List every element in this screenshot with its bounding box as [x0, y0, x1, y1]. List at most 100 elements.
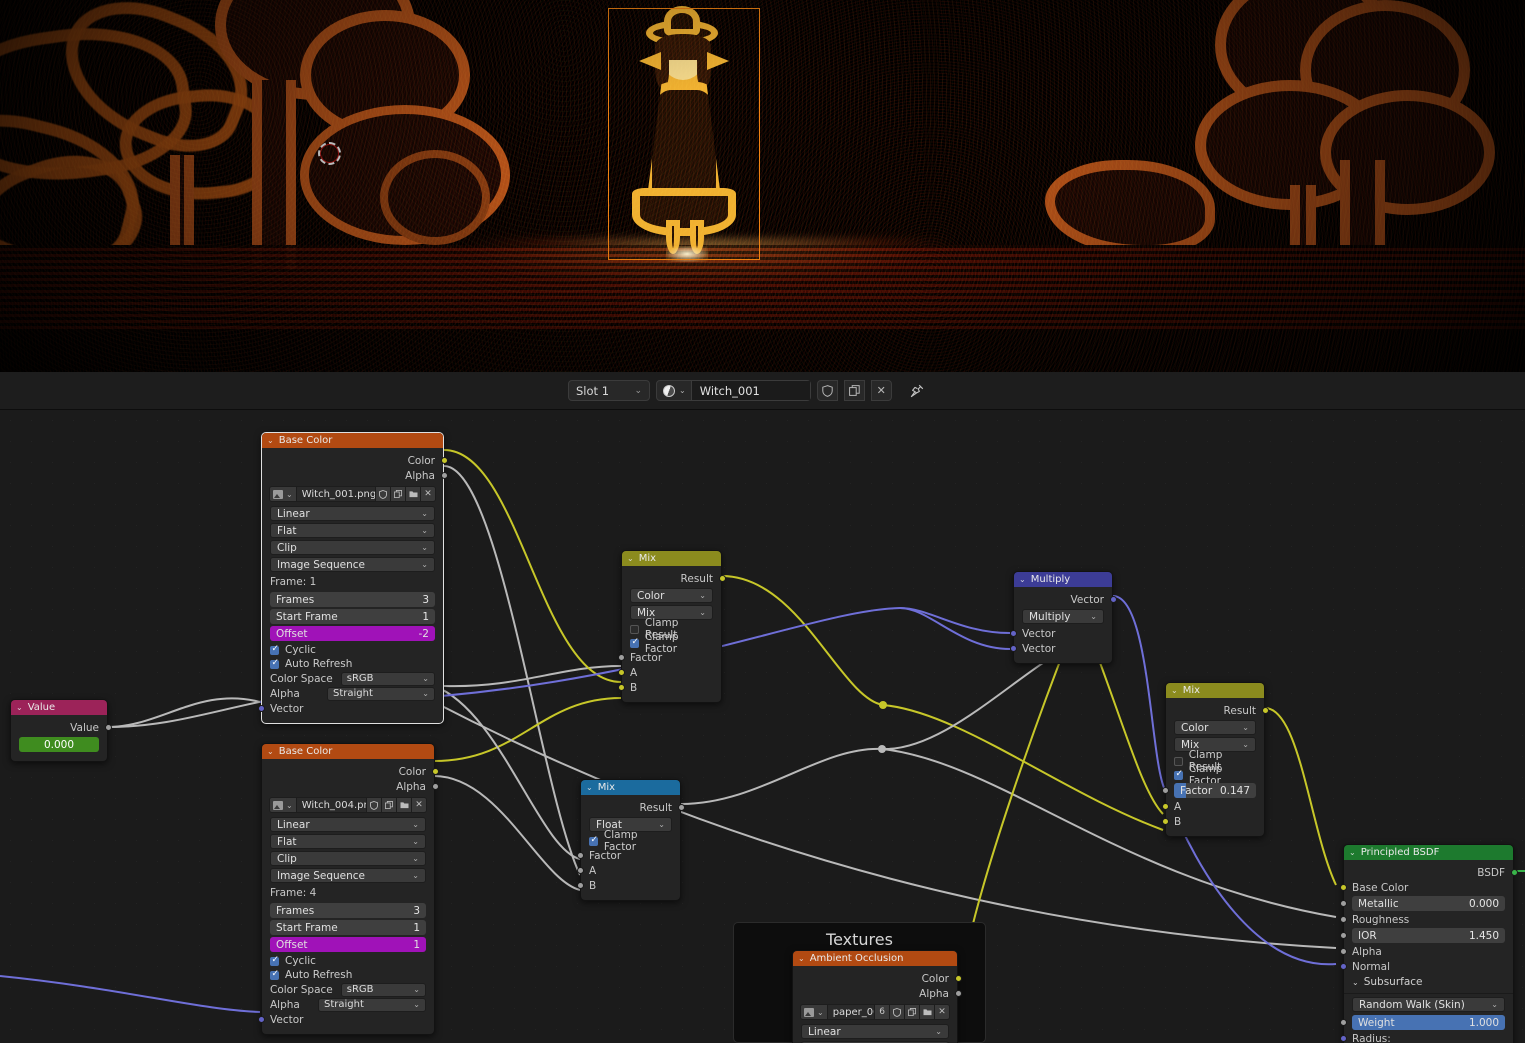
output-socket-alpha[interactable]: [440, 472, 448, 479]
unlink-image-button[interactable]: ✕: [412, 797, 427, 813]
slot-selector[interactable]: Slot 1 ⌄: [568, 380, 650, 401]
chevron-down-icon[interactable]: ⌄: [267, 747, 274, 756]
chevron-down-icon[interactable]: ⌄: [1019, 575, 1026, 584]
checkbox-icon[interactable]: [270, 658, 279, 669]
checkbox-icon[interactable]: [589, 835, 598, 846]
offset-field[interactable]: Offset 1: [270, 937, 426, 952]
3d-viewport-render-preview[interactable]: [0, 0, 1525, 372]
frames-field[interactable]: Frames 3: [270, 903, 426, 918]
extension-dropdown[interactable]: Clip ⌄: [270, 540, 435, 555]
start-frame-field[interactable]: Start Frame 1: [270, 920, 426, 935]
shader-node-editor-canvas[interactable]: Textures ⌄ Value Value 0.000 ⌄ Base Colo…: [0, 410, 1525, 1043]
image-browse-button[interactable]: ⌄: [269, 797, 297, 813]
subsurface-panel-header[interactable]: ⌄ Subsurface: [1344, 974, 1513, 990]
chevron-down-icon[interactable]: ⌄: [627, 554, 634, 563]
node-base-color-1[interactable]: ⌄ Base Color Color Alpha ⌄ Witch_001.png…: [257, 432, 448, 724]
offset-field[interactable]: Offset -2: [270, 626, 435, 641]
unlink-image-button[interactable]: ✕: [421, 486, 436, 502]
operation-dropdown[interactable]: Multiply ⌄: [1022, 609, 1104, 624]
node-mix-color-1[interactable]: ⌄ Mix Result Color ⌄ Mix ⌄ Clamp Result …: [617, 550, 726, 703]
cyclic-checkbox-row[interactable]: Cyclic: [262, 643, 443, 657]
source-dropdown[interactable]: Image Sequence ⌄: [270, 557, 435, 572]
input-socket-radius[interactable]: [1339, 1035, 1347, 1042]
input-socket-a[interactable]: [576, 867, 584, 874]
node-header[interactable]: ⌄ Principled BSDF: [1344, 845, 1513, 860]
fake-user-button[interactable]: [367, 797, 382, 813]
node-base-color-2[interactable]: ⌄ Base Color Color Alpha ⌄ Witch_004.p ✕…: [257, 743, 439, 1035]
image-name-field[interactable]: Witch_001.png.001: [296, 486, 376, 502]
output-socket-bsdf[interactable]: [1510, 869, 1518, 876]
input-socket-roughness[interactable]: [1339, 916, 1347, 923]
input-socket-weight[interactable]: [1339, 1019, 1347, 1026]
image-browse-button[interactable]: ⌄: [269, 486, 297, 502]
new-material-button[interactable]: [843, 380, 865, 401]
alpha-mode-dropdown[interactable]: Straight ⌄: [327, 686, 435, 701]
node-header[interactable]: ⌄ Mix: [622, 551, 721, 566]
material-browse-button[interactable]: ⌄: [657, 381, 692, 400]
input-socket-ior[interactable]: [1339, 932, 1347, 939]
output-socket-result[interactable]: [677, 804, 685, 811]
chevron-down-icon[interactable]: ⌄: [798, 954, 805, 963]
open-image-button[interactable]: [406, 486, 421, 502]
chevron-down-icon[interactable]: ⌄: [1349, 848, 1356, 857]
input-socket-a[interactable]: [1161, 803, 1169, 810]
output-socket-color[interactable]: [954, 975, 962, 982]
interpolation-dropdown[interactable]: Linear ⌄: [270, 817, 426, 832]
subsurface-method-dropdown[interactable]: Random Walk (Skin) ⌄: [1352, 997, 1505, 1012]
node-header[interactable]: ⌄ Ambient Occlusion: [793, 951, 957, 966]
color-space-dropdown[interactable]: sRGB ⌄: [340, 671, 435, 686]
data-type-dropdown[interactable]: Color ⌄: [630, 588, 713, 603]
checkbox-icon[interactable]: [270, 969, 279, 980]
image-name-field[interactable]: Witch_004.png: [296, 797, 367, 813]
node-vector-multiply[interactable]: ⌄ Multiply Vector Multiply ⌄ Vector Vect…: [1009, 571, 1117, 664]
frames-field[interactable]: Frames 3: [270, 592, 435, 607]
node-principled-bsdf[interactable]: ⌄ Principled BSDF BSDF Base Color Metall…: [1339, 844, 1518, 1043]
checkbox-icon[interactable]: [630, 637, 639, 648]
chevron-down-icon[interactable]: ⌄: [16, 703, 23, 712]
chevron-down-icon[interactable]: ⌄: [586, 783, 593, 792]
input-socket-normal[interactable]: [1339, 963, 1347, 970]
input-socket-a[interactable]: [617, 669, 625, 676]
node-header[interactable]: ⌄ Value: [11, 700, 107, 715]
unlink-image-button[interactable]: ✕: [935, 1004, 950, 1020]
input-socket-vector[interactable]: [257, 1016, 265, 1023]
source-dropdown[interactable]: Image Sequence ⌄: [270, 868, 426, 883]
auto-refresh-checkbox-row[interactable]: Auto Refresh: [262, 968, 434, 982]
checkbox-icon[interactable]: [270, 955, 279, 966]
node-header[interactable]: ⌄ Multiply: [1014, 572, 1112, 587]
projection-dropdown[interactable]: Flat ⌄: [270, 523, 435, 538]
metallic-field[interactable]: Metallic 0.000: [1352, 896, 1505, 911]
input-socket-b[interactable]: [617, 684, 625, 691]
node-header[interactable]: ⌄ Mix: [581, 780, 680, 795]
output-socket-color[interactable]: [440, 457, 448, 464]
material-name-field[interactable]: Witch_001: [691, 381, 810, 400]
image-browse-button[interactable]: ⌄: [800, 1004, 828, 1020]
input-socket-factor[interactable]: [576, 852, 584, 859]
input-socket-metallic[interactable]: [1339, 900, 1347, 907]
weight-slider[interactable]: Weight 1.000: [1352, 1015, 1505, 1030]
fake-user-button[interactable]: [890, 1004, 905, 1020]
input-socket-alpha[interactable]: [1339, 948, 1347, 955]
output-socket-result[interactable]: [1261, 707, 1269, 714]
open-image-button[interactable]: [920, 1004, 935, 1020]
interpolation-dropdown[interactable]: Linear ⌄: [801, 1024, 949, 1039]
new-image-button[interactable]: [905, 1004, 920, 1020]
node-mix-float[interactable]: ⌄ Mix Result Float ⌄ Clamp Factor: [576, 779, 685, 901]
output-socket-color[interactable]: [431, 768, 439, 775]
factor-slider[interactable]: Factor 0.147: [1174, 783, 1256, 798]
unlink-material-button[interactable]: ✕: [870, 380, 892, 401]
input-socket-base-color[interactable]: [1339, 884, 1347, 891]
projection-dropdown[interactable]: Flat ⌄: [270, 834, 426, 849]
input-socket-vector-b[interactable]: [1009, 645, 1017, 652]
auto-refresh-checkbox-row[interactable]: Auto Refresh: [262, 657, 443, 671]
checkbox-icon[interactable]: [270, 644, 279, 655]
fake-user-icon[interactable]: [816, 380, 838, 401]
value-field[interactable]: 0.000: [19, 737, 99, 752]
open-image-button[interactable]: [397, 797, 412, 813]
output-socket-alpha[interactable]: [431, 783, 439, 790]
node-ambient-occlusion[interactable]: ⌄ Ambient Occlusion Color Alpha ⌄ paper_…: [792, 950, 962, 1043]
new-image-button[interactable]: [382, 797, 397, 813]
checkbox-icon[interactable]: [630, 624, 639, 634]
node-mix-color-2[interactable]: ⌄ Mix Result Color ⌄ Mix ⌄ Clamp Result …: [1161, 682, 1269, 837]
chevron-down-icon[interactable]: ⌄: [1171, 686, 1178, 695]
